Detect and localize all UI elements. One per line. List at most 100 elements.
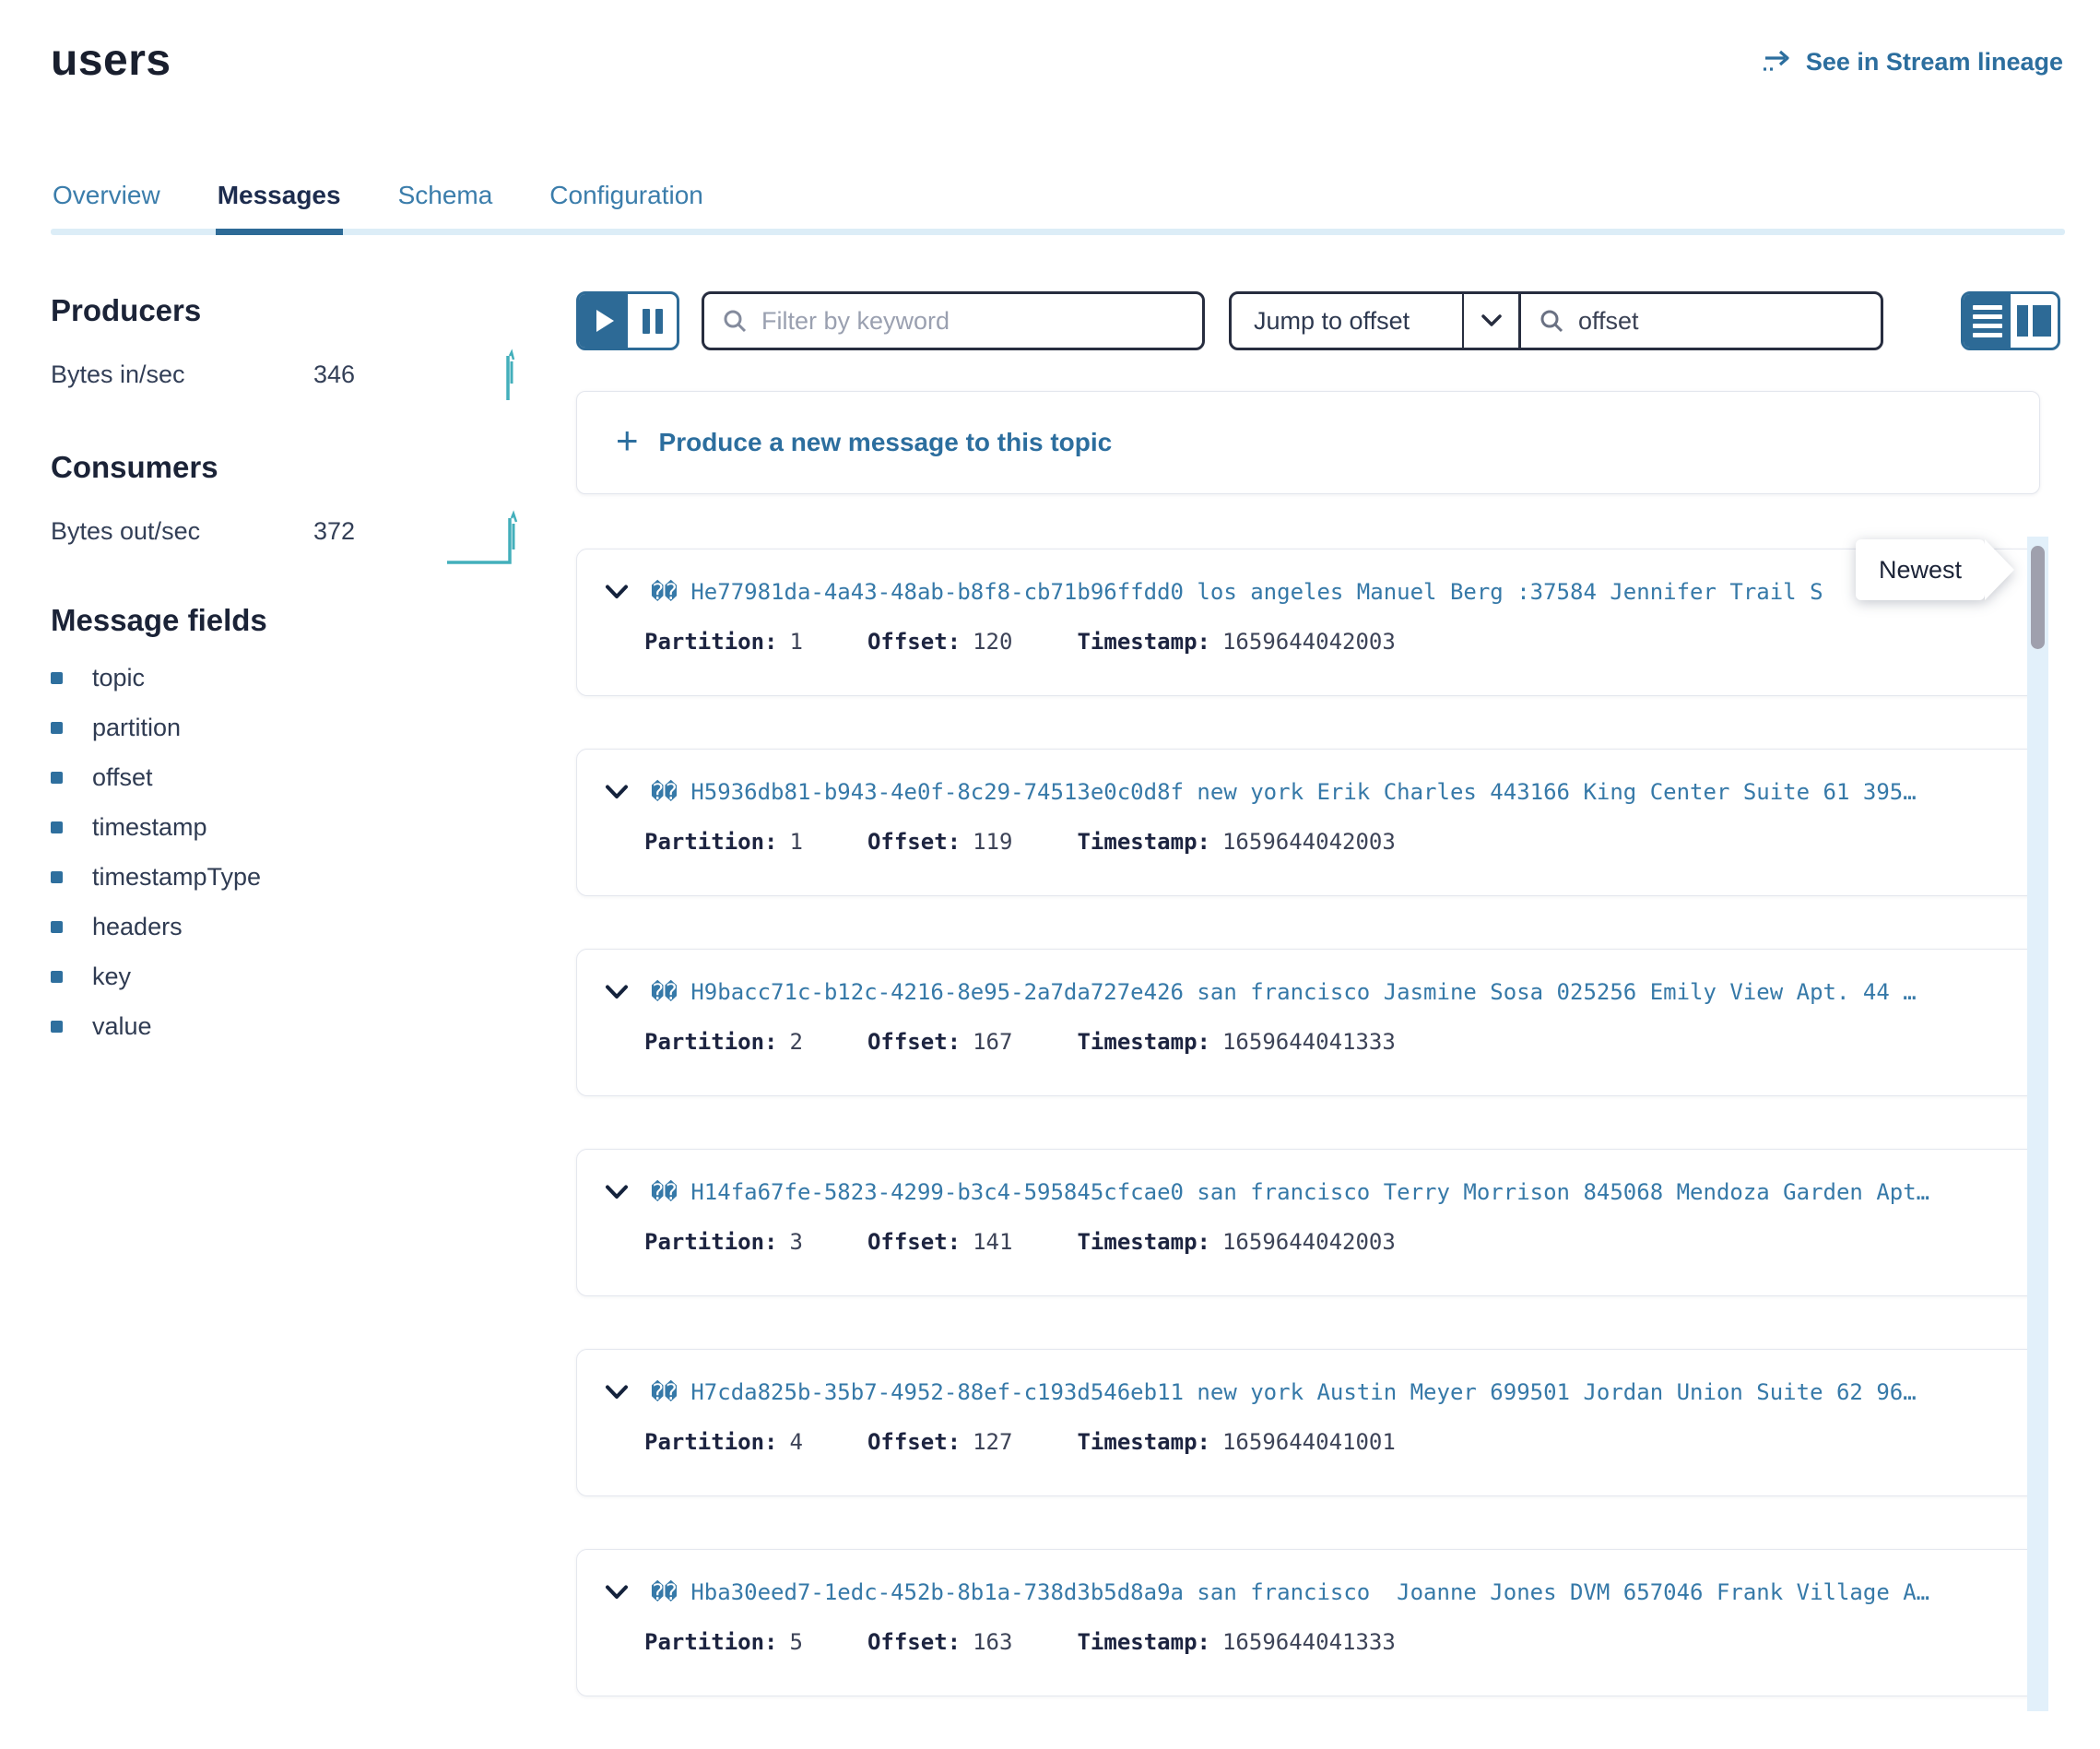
timestamp-value: 1659644042003: [1222, 1229, 1396, 1255]
field-label: key: [92, 963, 131, 991]
tab-messages[interactable]: Messages: [216, 181, 343, 235]
timestamp-label: Timestamp:: [1077, 829, 1210, 855]
message-summary: �� H5936db81-b943-4e0f-8c29-74513e0c0d8f…: [651, 779, 2002, 805]
offset-label: Offset:: [867, 629, 961, 655]
message-meta: Partition: 3 Offset: 141 Timestamp: 1659644…: [644, 1229, 2002, 1255]
field-item-timestampType[interactable]: timestampType: [51, 852, 530, 902]
messages-scrollbar-thumb[interactable]: [2031, 546, 2045, 649]
message-fields-list: topic partition offset timestamp timesta…: [51, 653, 530, 1051]
timestamp-label: Timestamp:: [1077, 629, 1210, 655]
split-view-button[interactable]: [2011, 294, 2058, 348]
timestamp-value: 1659644041001: [1222, 1429, 1396, 1455]
bytes-out-label: Bytes out/sec: [51, 517, 313, 546]
bytes-out-metric: Bytes out/sec 372: [51, 509, 530, 553]
produce-message-button[interactable]: + Produce a new message to this topic: [576, 391, 2040, 494]
chevron-down-icon[interactable]: [605, 984, 629, 1000]
newest-tooltip: Newest: [1856, 539, 1985, 600]
field-item-key[interactable]: key: [51, 951, 530, 1001]
partition-value: 5: [790, 1629, 803, 1655]
partition-value: 2: [790, 1029, 803, 1055]
timestamp-value: 1659644041333: [1222, 1629, 1396, 1655]
plus-icon: +: [616, 421, 639, 460]
message-meta: Partition:4 Offset:127 Timestamp:1659644…: [644, 1429, 2002, 1455]
stream-lineage-link[interactable]: See in Stream lineage: [1762, 48, 2063, 77]
timestamp-value: 1659644041333: [1222, 1029, 1396, 1055]
field-item-timestamp[interactable]: timestamp: [51, 802, 530, 852]
bytes-in-label: Bytes in/sec: [51, 360, 313, 389]
message-meta: Partition:2 Offset:167 Timestamp:1659644…: [644, 1029, 2002, 1055]
field-label: partition: [92, 714, 181, 742]
page-title: users: [51, 35, 171, 86]
offset-search-input[interactable]: [1578, 307, 1883, 336]
field-bullet-icon: [51, 871, 63, 883]
sparkline-bytes-in: [490, 347, 523, 404]
chevron-down-icon[interactable]: [605, 1184, 629, 1200]
offset-value: 127: [973, 1429, 1012, 1455]
partition-value: 4: [790, 1429, 803, 1455]
field-label: value: [92, 1012, 152, 1041]
offset-label: Offset:: [867, 829, 961, 855]
pause-button[interactable]: [628, 294, 677, 348]
offset-value: 163: [973, 1629, 1012, 1655]
field-item-topic[interactable]: topic: [51, 653, 530, 703]
offset-value: 167: [973, 1029, 1012, 1055]
timestamp-label: Timestamp:: [1077, 1229, 1210, 1255]
messages-scrollbar-track[interactable]: [2027, 537, 2048, 1711]
metrics-sidebar: Producers Bytes in/sec 346 Consumers Byt…: [51, 293, 530, 1051]
field-item-value[interactable]: value: [51, 1001, 530, 1051]
filter-keyword-input[interactable]: [761, 307, 1186, 336]
stream-lineage-icon: [1762, 49, 1795, 77]
play-button[interactable]: [579, 294, 628, 348]
message-meta: Partition:1 Offset:119 Timestamp:1659644…: [644, 829, 2002, 855]
message-summary: �� H9bacc71c-b12c-4216-8e95-2a7da727e426…: [651, 979, 2002, 1005]
chevron-down-icon[interactable]: [605, 584, 629, 600]
message-row[interactable]: �� He77981da-4a43-48ab-b8f8-cb71b96ffdd0…: [576, 549, 2040, 696]
tab-overview[interactable]: Overview: [51, 181, 162, 235]
offset-value: 141: [973, 1229, 1012, 1255]
bytes-in-value: 346: [313, 360, 355, 389]
chevron-down-icon[interactable]: [605, 1384, 629, 1400]
message-row[interactable]: �� H14fa67fe-5823-4299-b3c4-595845cfcae0…: [576, 1149, 2040, 1296]
list-view-button[interactable]: [1964, 294, 2011, 348]
offset-value: 120: [973, 629, 1012, 655]
message-row[interactable]: �� H9bacc71c-b12c-4216-8e95-2a7da727e426…: [576, 949, 2040, 1096]
partition-label: Partition:: [644, 1229, 778, 1255]
chevron-down-icon[interactable]: [605, 784, 629, 800]
search-icon: [1538, 307, 1565, 335]
field-item-partition[interactable]: partition: [51, 703, 530, 752]
chevron-down-icon[interactable]: [1464, 294, 1521, 348]
play-pause-toggle: [576, 291, 679, 350]
field-bullet-icon: [51, 921, 63, 933]
partition-value: 1: [790, 829, 803, 855]
message-summary: �� H7cda825b-35b7-4952-88ef-c193d546eb11…: [651, 1379, 2002, 1405]
pause-icon: [643, 309, 663, 334]
bytes-out-value: 372: [313, 517, 355, 546]
stream-lineage-label: See in Stream lineage: [1806, 48, 2063, 77]
field-item-headers[interactable]: headers: [51, 902, 530, 951]
topic-tabs: Overview Messages Schema Configuration: [51, 181, 2065, 235]
offset-search-wrapper: [1521, 294, 1881, 348]
offset-label: Offset:: [867, 1229, 961, 1255]
search-icon: [721, 307, 749, 335]
offset-label: Offset:: [867, 1029, 961, 1055]
message-row[interactable]: �� Hba30eed7-1edc-452b-8b1a-738d3b5d8a9a…: [576, 1549, 2040, 1696]
tab-strip: [51, 229, 2065, 235]
field-label: topic: [92, 664, 145, 692]
message-summary: �� H14fa67fe-5823-4299-b3c4-595845cfcae0…: [651, 1179, 2002, 1205]
timestamp-label: Timestamp:: [1077, 1629, 1210, 1655]
field-item-offset[interactable]: offset: [51, 752, 530, 802]
tab-configuration[interactable]: Configuration: [548, 181, 705, 235]
jump-to-offset-select[interactable]: Jump to offset: [1232, 294, 1464, 348]
message-row[interactable]: �� H5936db81-b943-4e0f-8c29-74513e0c0d8f…: [576, 749, 2040, 896]
tab-schema[interactable]: Schema: [396, 181, 495, 235]
field-bullet-icon: [51, 722, 63, 734]
partition-value: 3: [790, 1229, 803, 1255]
timestamp-value: 1659644042003: [1222, 829, 1396, 855]
message-summary: �� He77981da-4a43-48ab-b8f8-cb71b96ffdd0…: [651, 579, 2002, 605]
play-icon: [596, 310, 614, 332]
message-meta: Partition:1 Offset:120 Timestamp:1659644…: [644, 629, 2002, 655]
message-row[interactable]: �� H7cda825b-35b7-4952-88ef-c193d546eb11…: [576, 1349, 2040, 1496]
bytes-in-metric: Bytes in/sec 346: [51, 352, 530, 396]
filter-input-wrapper: [702, 291, 1205, 350]
chevron-down-icon[interactable]: [605, 1584, 629, 1601]
